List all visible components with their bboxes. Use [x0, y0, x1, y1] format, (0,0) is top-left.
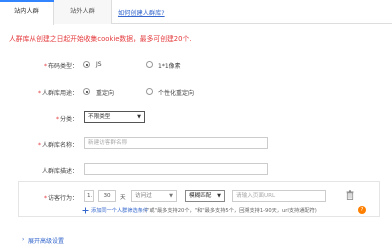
category-label: *分类： [55, 116, 78, 123]
audience-description-input[interactable] [84, 163, 268, 175]
code-type-label: *布码类型： [43, 63, 78, 70]
add-condition-link[interactable]: 添加同一个人群筛选条件 [91, 207, 148, 214]
expand-advanced-settings-link[interactable]: 展开高级设置 [28, 236, 64, 245]
help-create-audience-link[interactable]: 如何创建人群库? [118, 8, 165, 17]
visit-behavior-label: *访客行为： [43, 195, 78, 202]
radio-pixel-label: 1*1像素 [158, 63, 181, 70]
add-condition-hint: ("或"最多支持20个，"和"最多支持5个，回溯支持1-90天，url支持通配符… [145, 208, 317, 214]
radio-personalized-retarget-label: 个性化重定向 [158, 90, 195, 97]
chevron-down-icon: ▼ [137, 114, 141, 120]
chevron-down-icon: ▼ [217, 193, 221, 199]
days-unit: 天 [120, 195, 126, 201]
radio-js-label: JS [96, 61, 102, 68]
condition-index: 1. [84, 190, 94, 202]
creation-notice: 人群库从创建之日起开始收集cookie数据，最多可创建20个. [9, 35, 192, 43]
category-select[interactable]: 不限类型 ▼ [84, 111, 145, 123]
tab-bar: 站内人群 站外人群 如何创建人群库? [0, 0, 392, 25]
description-label: 人群库描述： [41, 168, 78, 175]
days-input[interactable]: 30 [98, 190, 116, 202]
radio-pixel[interactable] [146, 61, 153, 68]
chevron-down-icon: ▼ [169, 193, 173, 199]
radio-retarget-label: 重定向 [96, 90, 115, 97]
radio-personalized-retarget[interactable] [146, 88, 153, 95]
action-select[interactable]: 访问过 ▼ [131, 190, 177, 202]
plus-icon[interactable] [82, 207, 89, 214]
tab-onsite-audience[interactable]: 站内人群 [0, 0, 54, 25]
trash-icon[interactable] [346, 190, 354, 200]
tab-offsite-audience[interactable]: 站外人群 [54, 0, 112, 24]
question-icon[interactable]: ? [358, 206, 366, 214]
radio-js[interactable] [83, 61, 90, 68]
usage-label: *人群库用途： [37, 90, 78, 97]
match-select[interactable]: 模糊匹配 ▼ [185, 190, 225, 202]
audience-name-input[interactable]: 新建访客群名称 [84, 137, 268, 149]
page-url-input[interactable]: 请输入页面URL [232, 190, 326, 202]
radio-retarget[interactable] [83, 88, 90, 95]
name-label: *人群库名称： [37, 142, 78, 149]
chevron-right-icon: › [22, 236, 25, 243]
